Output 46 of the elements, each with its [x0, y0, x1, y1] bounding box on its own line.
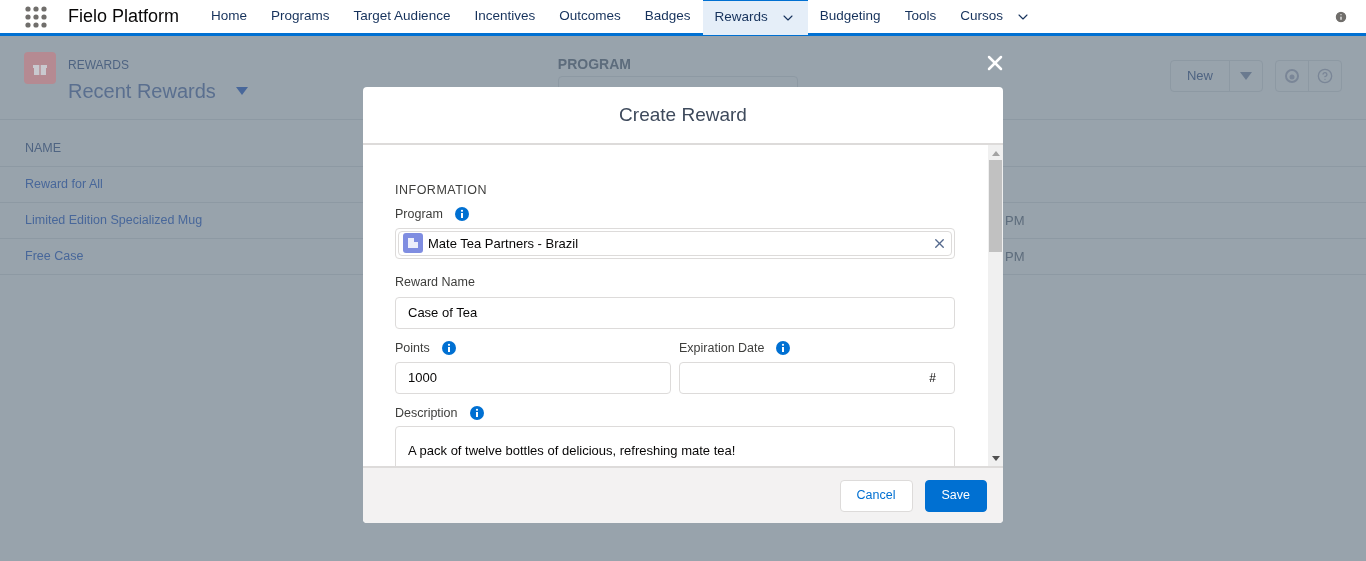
nav-tab[interactable]: Incentives	[462, 0, 548, 35]
field-label: Program	[395, 206, 443, 223]
nav-tab[interactable]: Home	[199, 0, 260, 35]
field-label: Expiration Date	[679, 339, 765, 357]
object-label: REWARDS	[68, 58, 129, 72]
gift-icon	[24, 52, 56, 84]
field-label: Reward Name	[395, 274, 475, 289]
cancel-button[interactable]: Cancel	[839, 479, 913, 512]
nav-tab[interactable]: Outcomes	[547, 0, 633, 35]
table-cell-text: PM	[1005, 211, 1025, 230]
program-value: Mate Tea Partners - Brazil	[428, 234, 580, 253]
building-icon	[403, 233, 423, 254]
modal-title: Create Reward	[619, 102, 747, 127]
table-cell-text: PM	[1005, 247, 1025, 266]
date-field[interactable]: #	[679, 361, 955, 394]
column-header: NAME	[25, 140, 62, 158]
info-icon[interactable]	[776, 341, 791, 356]
app-name: Fielo Platform	[68, 5, 180, 28]
nav-tab[interactable]: Badges	[632, 0, 703, 35]
info-icon[interactable]	[1334, 9, 1348, 24]
save-button[interactable]: Save	[924, 479, 987, 512]
info-icon[interactable]	[454, 207, 469, 222]
nav-tab[interactable]: Budgeting	[807, 0, 893, 35]
description-field[interactable]: A pack of twelve bottles of delicious, refreshing mate tea!	[395, 426, 955, 466]
list-view-title: Recent Rewards	[68, 79, 216, 104]
nav-tab[interactable]: Target Audience	[341, 0, 463, 35]
program-lookup-field[interactable]: Mate Tea Partners - Brazil	[395, 227, 955, 259]
nav-tab[interactable]: Programs	[259, 0, 342, 35]
app-launcher-icon[interactable]	[25, 5, 47, 28]
help-icon	[1317, 68, 1333, 84]
field-label: Description	[395, 404, 458, 422]
info-icon[interactable]	[469, 405, 484, 420]
reward-name-field[interactable]: Case of Tea	[395, 296, 955, 329]
person-icon	[1284, 68, 1300, 84]
caret-down-icon	[1240, 72, 1252, 80]
scrollbar[interactable]	[988, 145, 1003, 466]
field-label: Points	[395, 339, 430, 357]
calendar-icon[interactable]: #	[929, 368, 936, 387]
points-field[interactable]: 1000	[395, 361, 671, 394]
info-icon[interactable]	[441, 341, 456, 356]
nav-tab[interactable]: Tools	[892, 0, 949, 35]
section-heading: INFORMATION	[395, 183, 488, 197]
nav-tab[interactable]: Cursos	[948, 0, 1043, 35]
scroll-down-icon[interactable]	[991, 456, 1000, 461]
program-label: PROGRAM	[557, 56, 631, 72]
nav-tab[interactable]: Rewards	[702, 0, 808, 35]
